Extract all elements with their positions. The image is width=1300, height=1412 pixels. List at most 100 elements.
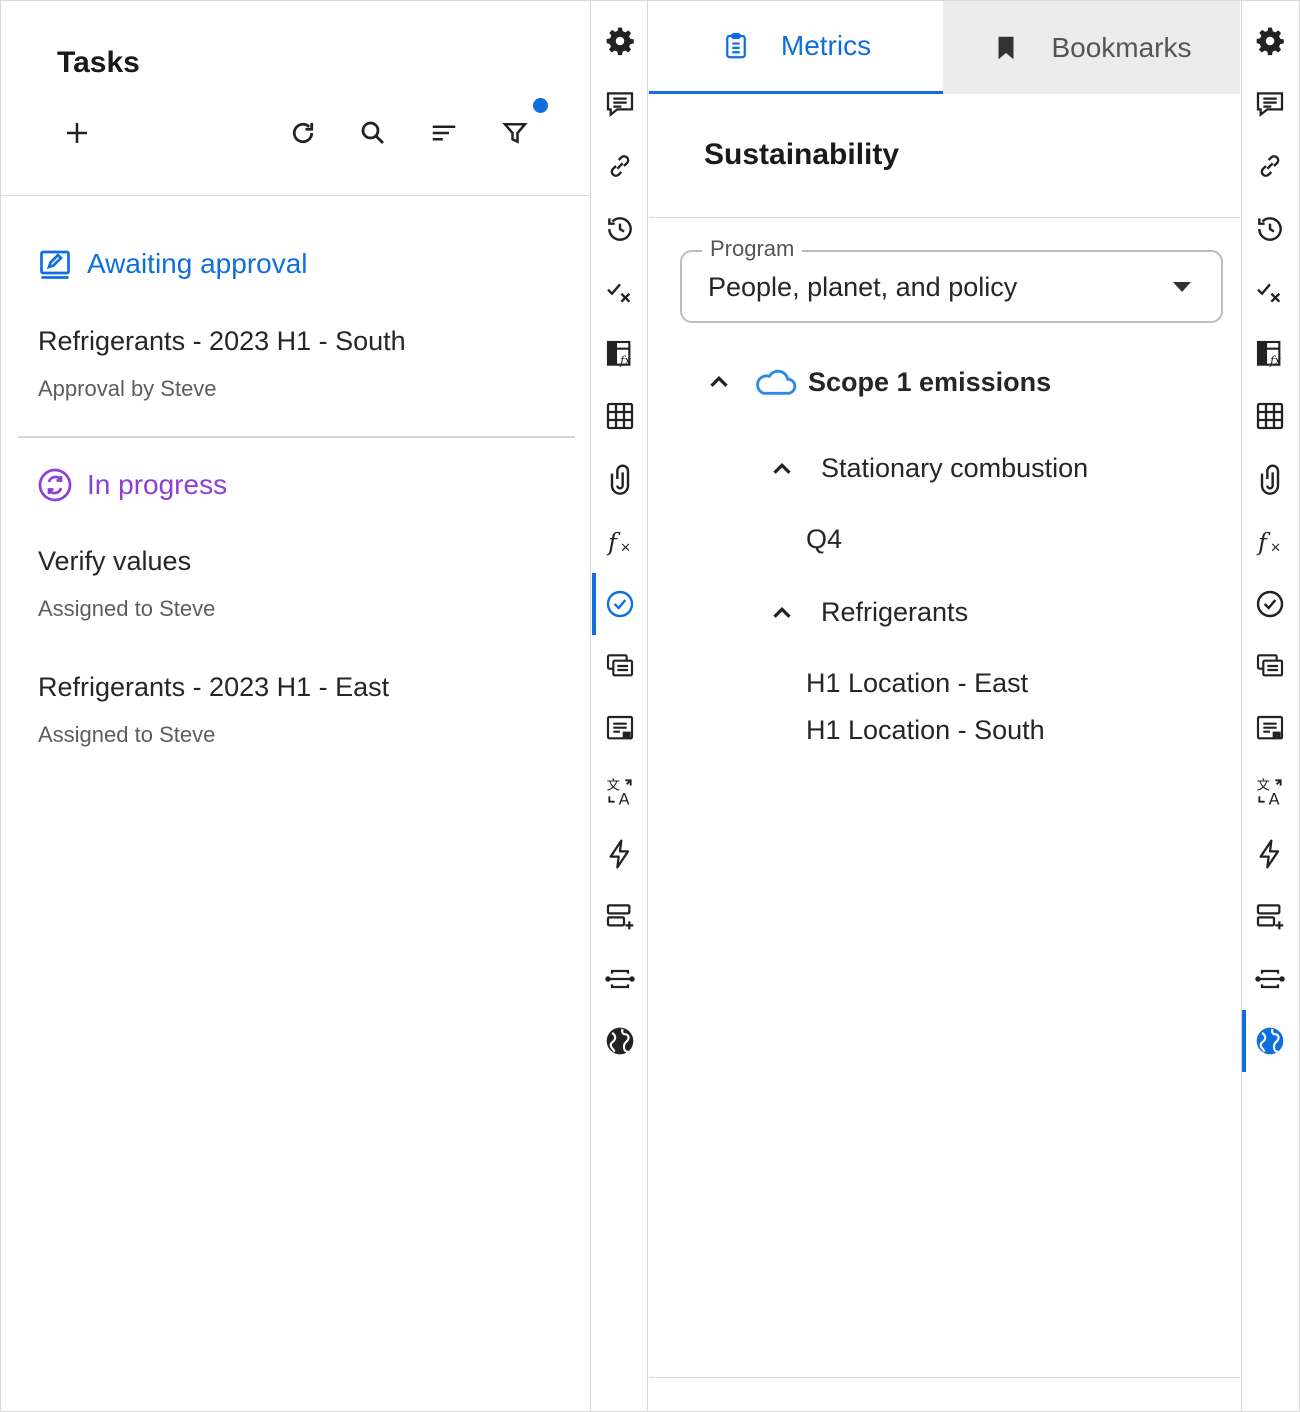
search-button[interactable]	[353, 113, 393, 153]
section-label: Awaiting approval	[87, 248, 308, 279]
rail-button-list-add[interactable]	[592, 885, 648, 947]
refresh-button[interactable]	[283, 113, 323, 153]
rail-button-strikethrough[interactable]	[592, 948, 648, 1010]
rail-button-table[interactable]	[1242, 385, 1298, 447]
rail-button-table-formula[interactable]: fx	[592, 323, 648, 385]
check-cross-icon	[1257, 283, 1281, 303]
rail-button-history[interactable]	[1242, 198, 1298, 260]
rail-button-globe[interactable]	[1242, 1010, 1298, 1072]
search-icon	[361, 121, 384, 144]
tree-node-stationary-combustion[interactable]: Stationary combustion	[767, 453, 1088, 484]
rail-button-translate[interactable]: 文A	[592, 760, 648, 822]
sort-icon	[432, 125, 456, 141]
rail-button-bolt[interactable]	[592, 823, 648, 885]
link-icon	[1260, 155, 1280, 177]
tree-label: H1 Location - East	[806, 668, 1029, 698]
table-icon	[606, 402, 634, 430]
svg-text:×: ×	[620, 541, 631, 556]
fx-icon: f ×	[606, 528, 631, 556]
rail-button-check-circle[interactable]	[592, 572, 648, 635]
rail-button-strikethrough[interactable]	[1242, 948, 1298, 1010]
rail-button-cards[interactable]	[1242, 635, 1298, 697]
tree-leaf[interactable]: H1 Location - South	[806, 715, 1045, 746]
rail-button-check-circle[interactable]	[1242, 573, 1298, 635]
rail-button-globe[interactable]	[592, 1010, 648, 1072]
chevron-up-icon[interactable]	[767, 598, 797, 628]
rail-button-table[interactable]	[592, 385, 648, 447]
rail-button-bolt[interactable]	[1242, 823, 1298, 885]
section-label: In progress	[87, 469, 228, 500]
list-add-icon	[606, 904, 634, 930]
rail-button-list-add[interactable]	[1242, 885, 1298, 947]
program-label: Program	[702, 236, 803, 262]
link-icon	[610, 155, 630, 177]
check-circle-icon	[606, 590, 634, 617]
rail-button-check-cross[interactable]	[1242, 260, 1298, 322]
metrics-title: Sustainability	[704, 138, 900, 171]
tree-label: Refrigerants	[821, 597, 969, 627]
tree-node-refrigerants[interactable]: Refrigerants	[767, 597, 968, 628]
rail-button-fx[interactable]: f ×	[1242, 510, 1298, 572]
fx-icon: f ×	[1256, 528, 1281, 556]
caret-down-icon	[1173, 282, 1191, 292]
metrics-panel: Metrics Bookmarks Sustainability Program…	[649, 1, 1240, 1411]
translate-icon: 文A	[1257, 778, 1282, 807]
rail-button-paperclip[interactable]	[592, 448, 648, 510]
rail-button-cards[interactable]	[592, 635, 648, 697]
rail-button-note[interactable]	[1242, 698, 1298, 760]
check-circle-icon	[1256, 590, 1284, 617]
strikethrough-icon	[605, 969, 635, 988]
bolt-icon	[1259, 839, 1280, 868]
rail-button-gear[interactable]	[592, 10, 648, 72]
rail-button-link[interactable]	[592, 135, 648, 197]
section-in-progress[interactable]: In progress	[37, 467, 227, 503]
tab-bookmarks[interactable]: Bookmarks	[943, 1, 1240, 94]
sort-button[interactable]	[424, 113, 464, 153]
task-subtitle: Approval by Steve	[38, 376, 217, 401]
task-title[interactable]: Verify values	[38, 546, 191, 577]
task-title[interactable]: Refrigerants - 2023 H1 - South	[38, 326, 406, 357]
tasks-header: Tasks	[1, 1, 590, 196]
history-icon	[1258, 216, 1282, 241]
paperclip-icon	[1260, 464, 1280, 495]
task-title[interactable]: Refrigerants - 2023 H1 - East	[38, 672, 389, 703]
rail-button-history[interactable]	[592, 198, 648, 260]
rail-button-gear[interactable]	[1242, 10, 1298, 72]
chevron-up-icon[interactable]	[704, 367, 734, 397]
metrics-bottom-border	[649, 1377, 1240, 1378]
program-select[interactable]: Program People, planet, and policy	[680, 236, 1223, 323]
rail-button-check-cross[interactable]	[592, 260, 648, 322]
comment-icon	[1256, 91, 1284, 117]
svg-text:A: A	[1269, 789, 1280, 807]
filter-icon	[502, 123, 528, 144]
rail-button-paperclip[interactable]	[1242, 448, 1298, 510]
tree-leaf[interactable]: H1 Location - East	[806, 668, 1028, 699]
tab-metrics[interactable]: Metrics	[649, 1, 943, 94]
rail-button-comment[interactable]	[592, 73, 648, 135]
task-subtitle: Assigned to Steve	[38, 722, 216, 747]
rail-button-translate[interactable]: 文A	[1242, 760, 1298, 822]
filter-button[interactable]	[495, 113, 535, 153]
tool-rail-left: fx f × 文 A	[592, 1, 648, 1411]
approval-icon	[40, 250, 70, 279]
section-awaiting-approval[interactable]: Awaiting approval	[37, 246, 308, 282]
tasks-panel: Tasks Awaiting approval Refrigerants - 2…	[1, 1, 591, 1411]
rail-button-link[interactable]	[1242, 135, 1298, 197]
table-formula-icon: fx	[606, 340, 631, 367]
svg-text:f: f	[606, 528, 621, 556]
rail-button-fx[interactable]: f ×	[592, 510, 648, 572]
rail-button-comment[interactable]	[1242, 73, 1298, 135]
check-cross-icon	[607, 283, 631, 303]
metrics-divider	[649, 217, 1240, 218]
rail-button-note[interactable]	[592, 698, 648, 760]
table-formula-icon: fx	[1256, 340, 1281, 367]
task-subtitle: Assigned to Steve	[38, 596, 216, 621]
history-icon	[608, 216, 632, 241]
globe-icon	[606, 1027, 634, 1055]
add-task-button[interactable]	[57, 113, 97, 153]
cards-icon	[1256, 654, 1284, 677]
rail-button-table-formula[interactable]: fx	[1242, 323, 1298, 385]
chevron-up-icon[interactable]	[767, 454, 797, 484]
tree-node-scope-1[interactable]: Scope 1 emissions	[704, 365, 1051, 399]
tree-leaf[interactable]: Q4	[806, 524, 842, 555]
